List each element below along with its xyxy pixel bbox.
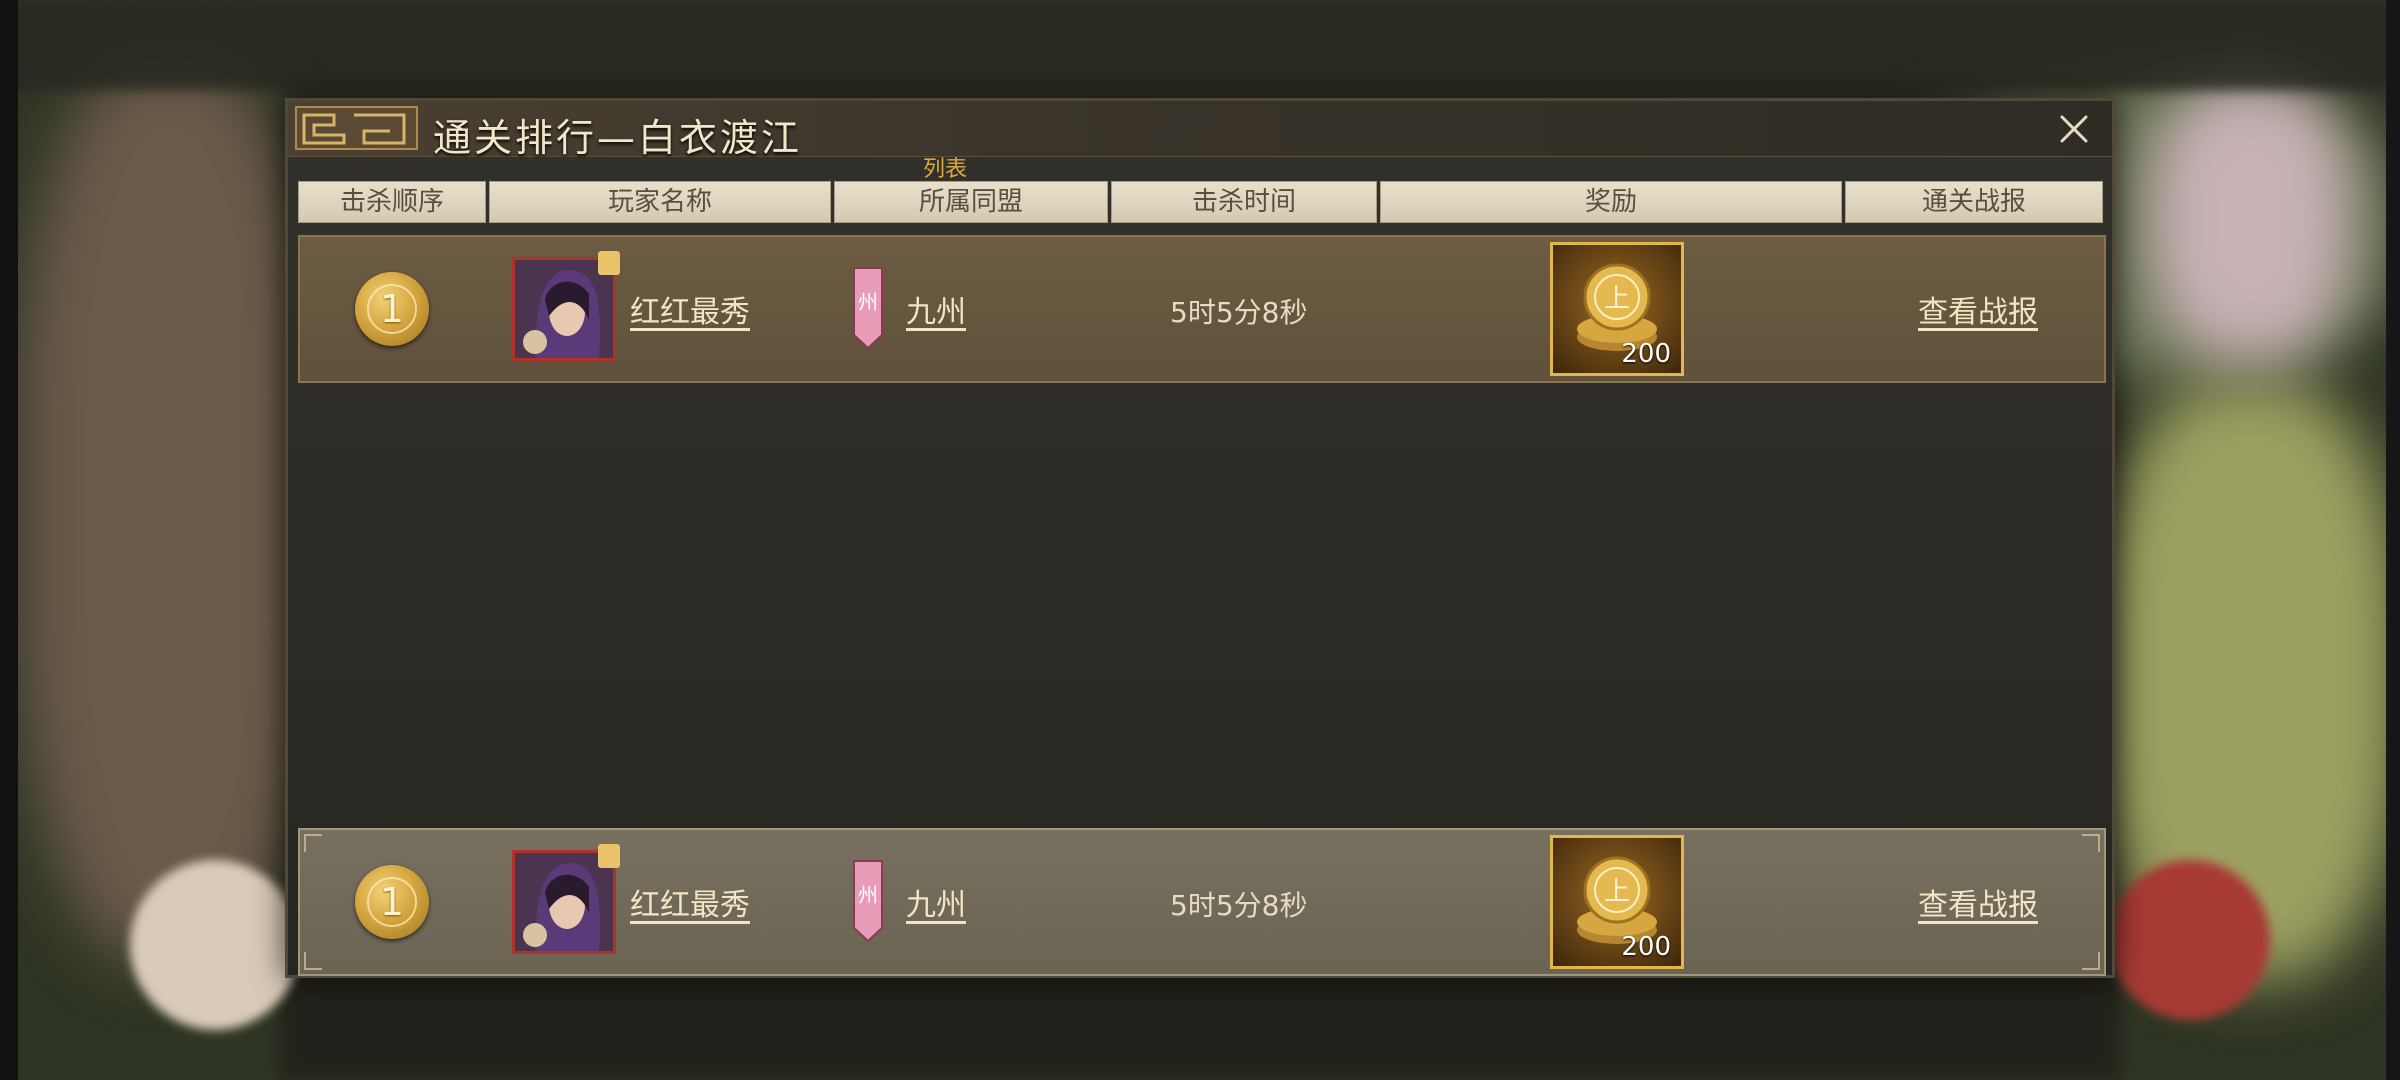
gold-medal-icon: 1	[355, 865, 429, 939]
ranking-dialog: 通关排行—白衣渡江 列表 击杀顺序 玩家名称 所属同盟 击杀时间 奖励 通关战报…	[285, 98, 2115, 978]
svg-text:上: 上	[1604, 284, 1630, 314]
alliance-badge-text: 州	[858, 290, 878, 314]
rank-number: 1	[379, 880, 405, 924]
title-bar: 通关排行—白衣渡江	[288, 101, 2112, 160]
avatar-badge-icon	[598, 844, 620, 868]
background-scenery	[20, 60, 320, 960]
corner-decoration	[304, 834, 322, 852]
alliance-name-link[interactable]: 九州	[906, 880, 966, 924]
header-kill-order: 击杀顺序	[298, 181, 486, 223]
avatar-badge-icon	[598, 251, 620, 275]
corner-decoration	[304, 952, 322, 970]
background-round-button	[2110, 860, 2270, 1020]
header-reward: 奖励	[1380, 181, 1842, 223]
screen-edge	[0, 0, 18, 1080]
dialog-title: 通关排行—白衣渡江	[433, 116, 803, 160]
header-alliance: 所属同盟	[834, 181, 1108, 223]
close-icon[interactable]	[2054, 109, 2094, 149]
background-scenery	[2150, 80, 2350, 360]
reward-item[interactable]: 上 200	[1550, 242, 1684, 376]
table-row: 1 红红最秀 州 九州 5时5分8秒 上 200 查看战报	[298, 235, 2106, 383]
banner-icon: 州	[853, 860, 883, 942]
gold-medal-icon: 1	[355, 272, 429, 346]
background-top-bar	[0, 0, 2400, 90]
background-bottom-bar	[280, 970, 2120, 1080]
corner-decoration	[2082, 952, 2100, 970]
player-name-link[interactable]: 红红最秀	[630, 880, 750, 924]
kill-time: 5时5分8秒	[1170, 296, 1308, 329]
view-report-link[interactable]: 查看战报	[1918, 880, 2038, 924]
header-battle-report: 通关战报	[1845, 181, 2103, 223]
screen-edge	[2386, 0, 2400, 1080]
header-player-name: 玩家名称	[489, 181, 831, 223]
alliance-badge-text: 州	[858, 883, 878, 907]
svg-text:上: 上	[1604, 877, 1630, 907]
player-portrait	[515, 260, 613, 358]
reward-item[interactable]: 上 200	[1550, 835, 1684, 969]
player-portrait	[515, 853, 613, 951]
reward-count: 200	[1621, 339, 1671, 369]
alliance-name-link[interactable]: 九州	[906, 287, 966, 331]
kill-time: 5时5分8秒	[1170, 889, 1308, 922]
banner-icon: 州	[853, 267, 883, 349]
corner-decoration	[2082, 834, 2100, 852]
player-name-link[interactable]: 红红最秀	[630, 287, 750, 331]
title-ornament-icon	[295, 106, 418, 150]
view-report-link[interactable]: 查看战报	[1918, 287, 2038, 331]
background-round-button	[130, 860, 300, 1030]
header-kill-time: 击杀时间	[1111, 181, 1377, 223]
reward-count: 200	[1621, 932, 1671, 962]
rank-number: 1	[379, 287, 405, 331]
list-tag: 列表	[923, 157, 968, 182]
my-rank-row: 1 红红最秀 州 九州 5时5分8秒 上 200 查看战报	[298, 828, 2106, 976]
